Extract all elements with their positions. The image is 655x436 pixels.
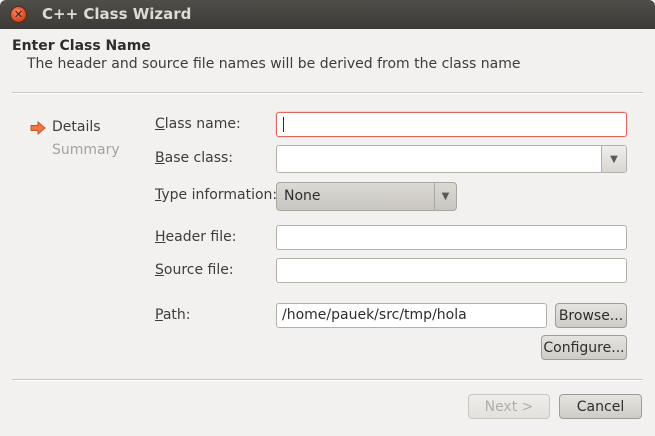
configure-button[interactable]: Configure...	[541, 335, 627, 360]
header-divider	[12, 92, 643, 94]
path-label: Path:	[155, 307, 191, 323]
class-name-label: Class name:	[155, 116, 241, 132]
cancel-button[interactable]: Cancel	[559, 394, 642, 419]
path-input[interactable]: /home/pauek/src/tmp/hola	[276, 303, 547, 328]
step-summary: Summary	[52, 142, 120, 158]
page-title: Enter Class Name	[12, 38, 151, 54]
chevron-down-icon: ▼	[434, 183, 456, 210]
close-icon[interactable]: ✕	[10, 6, 27, 23]
header-file-input[interactable]	[276, 225, 627, 250]
wizard-header: Enter Class Name The header and source f…	[0, 29, 655, 91]
type-information-select[interactable]: None ▼	[276, 182, 457, 211]
class-name-input[interactable]	[276, 112, 627, 137]
source-file-label: Source file:	[155, 262, 234, 278]
source-file-input[interactable]	[276, 258, 627, 283]
step-details: Details	[52, 119, 101, 135]
base-class-combo[interactable]: ▼	[276, 145, 627, 173]
chevron-down-icon[interactable]: ▼	[601, 146, 626, 172]
page-description: The header and source file names will be…	[27, 56, 521, 72]
arrow-right-icon	[30, 121, 46, 135]
footer-divider	[12, 379, 643, 381]
header-file-label: Header file:	[155, 229, 237, 245]
browse-button[interactable]: Browse...	[555, 303, 627, 328]
type-information-label: Type information:	[155, 187, 278, 203]
title-bar: ✕ C++ Class Wizard	[0, 0, 655, 29]
window-title: C++ Class Wizard	[42, 5, 192, 23]
base-class-label: Base class:	[155, 150, 234, 166]
next-button[interactable]: Next >	[468, 394, 550, 419]
text-caret	[283, 117, 284, 132]
